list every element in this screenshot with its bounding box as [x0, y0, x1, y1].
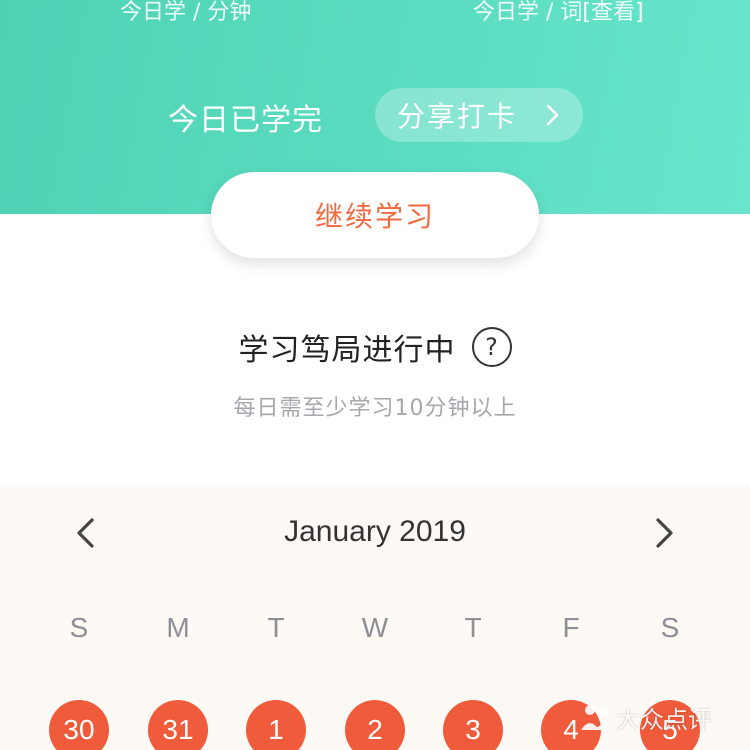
share-checkin-label: 分享打卡: [397, 100, 518, 133]
calendar-day[interactable]: 30: [49, 700, 109, 750]
today-minutes-label: 今日学 / 分钟: [120, 0, 252, 25]
calendar-month-title: January 2019: [284, 515, 466, 548]
calendar-day[interactable]: 1: [246, 700, 306, 750]
dianping-logo-icon: [581, 705, 610, 730]
chevron-right-icon: [546, 104, 559, 126]
chevron-right-icon[interactable]: [650, 515, 680, 551]
calendar-day[interactable]: 2: [345, 700, 405, 750]
weekday-label: T: [464, 612, 482, 643]
today-words-label[interactable]: 今日学 / 词[查看]: [473, 0, 644, 26]
study-status-title: 学习笃局进行中: [238, 333, 456, 368]
watermark-text: 大众点评: [616, 705, 712, 734]
weekday-label: W: [361, 612, 389, 643]
weekday-label: M: [166, 612, 190, 643]
help-icon[interactable]: ?: [471, 327, 512, 367]
study-status-row: 学习笃局进行中 ?: [0, 322, 750, 372]
share-checkin-button[interactable]: 分享打卡: [375, 88, 583, 142]
calendar-day[interactable]: 3: [443, 700, 503, 750]
dianping-watermark: 大众点评: [578, 700, 712, 734]
weekday-label: T: [267, 612, 285, 643]
weekday-label: S: [660, 612, 680, 643]
weekday-label: S: [69, 612, 89, 643]
today-done-text: 今日已学完: [168, 103, 323, 138]
continue-study-button[interactable]: 继续学习: [211, 172, 539, 258]
study-status-subtitle: 每日需至少学习10分钟以上: [233, 396, 517, 421]
calendar-day[interactable]: 31: [148, 700, 208, 750]
weekday-label: F: [562, 612, 580, 643]
